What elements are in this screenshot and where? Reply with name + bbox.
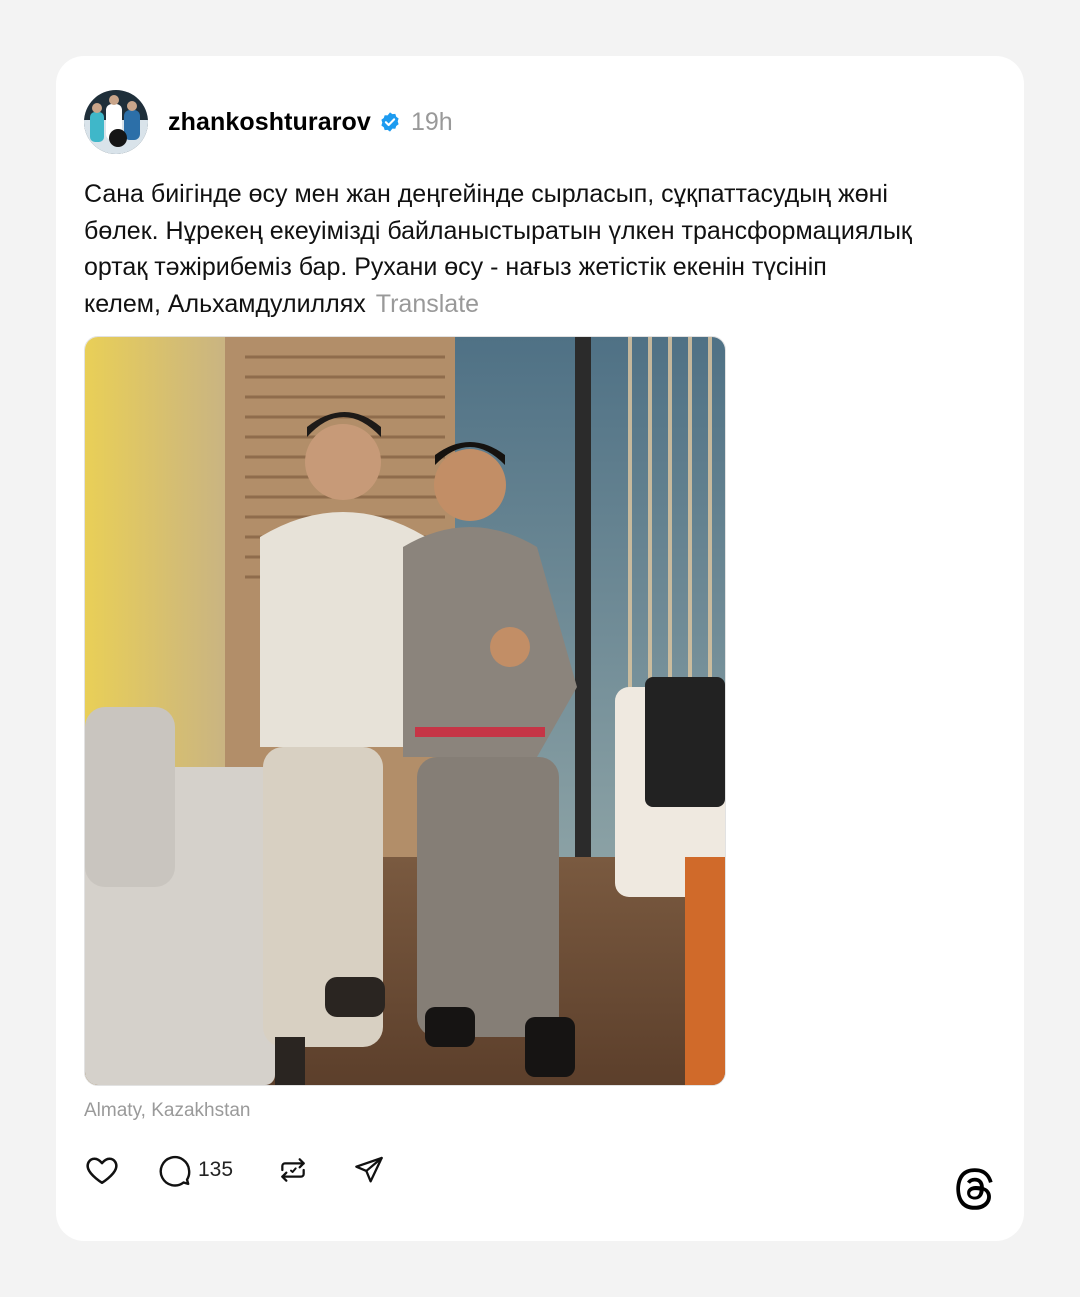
post-time[interactable]: 19h <box>411 108 453 137</box>
avatar[interactable] <box>84 90 148 154</box>
location-tag[interactable]: Almaty, Kazakhstan <box>84 1100 251 1122</box>
post-text: Сана биігінде өсу мен жан деңгейінде сыр… <box>84 176 1004 322</box>
heart-icon <box>84 1152 120 1188</box>
threads-logo-icon <box>956 1165 996 1213</box>
repost-button[interactable] <box>277 1150 309 1190</box>
reply-button[interactable]: 135 <box>158 1150 233 1190</box>
post-text-line: ортақ тәжірибеміз бар. Рухани өсу - нағы… <box>84 253 827 281</box>
post-text-line: келем, Альхамдулиллях <box>84 289 366 318</box>
send-icon <box>353 1154 385 1186</box>
post-card: zhankoshturarov 19h Сана биігінде өсу ме… <box>56 56 1024 1241</box>
translate-link[interactable]: Translate <box>376 290 479 318</box>
comment-icon <box>158 1153 192 1187</box>
username[interactable]: zhankoshturarov <box>168 108 371 137</box>
post-photo[interactable] <box>84 336 726 1086</box>
share-button[interactable] <box>353 1150 385 1190</box>
like-button[interactable] <box>84 1150 120 1190</box>
repost-icon <box>277 1154 309 1186</box>
action-bar: 135 <box>84 1150 385 1190</box>
post-text-line-last: келем, Альхамдулиллях Translate <box>84 286 1004 323</box>
post-header: zhankoshturarov 19h <box>84 90 453 154</box>
reply-count: 135 <box>198 1158 234 1181</box>
verified-badge-icon <box>379 111 401 133</box>
post-text-line: Сана биігінде өсу мен жан деңгейінде сыр… <box>84 180 888 208</box>
post-text-line: бөлек. Нұрекең екеуімізді байланыстыраты… <box>84 216 912 245</box>
